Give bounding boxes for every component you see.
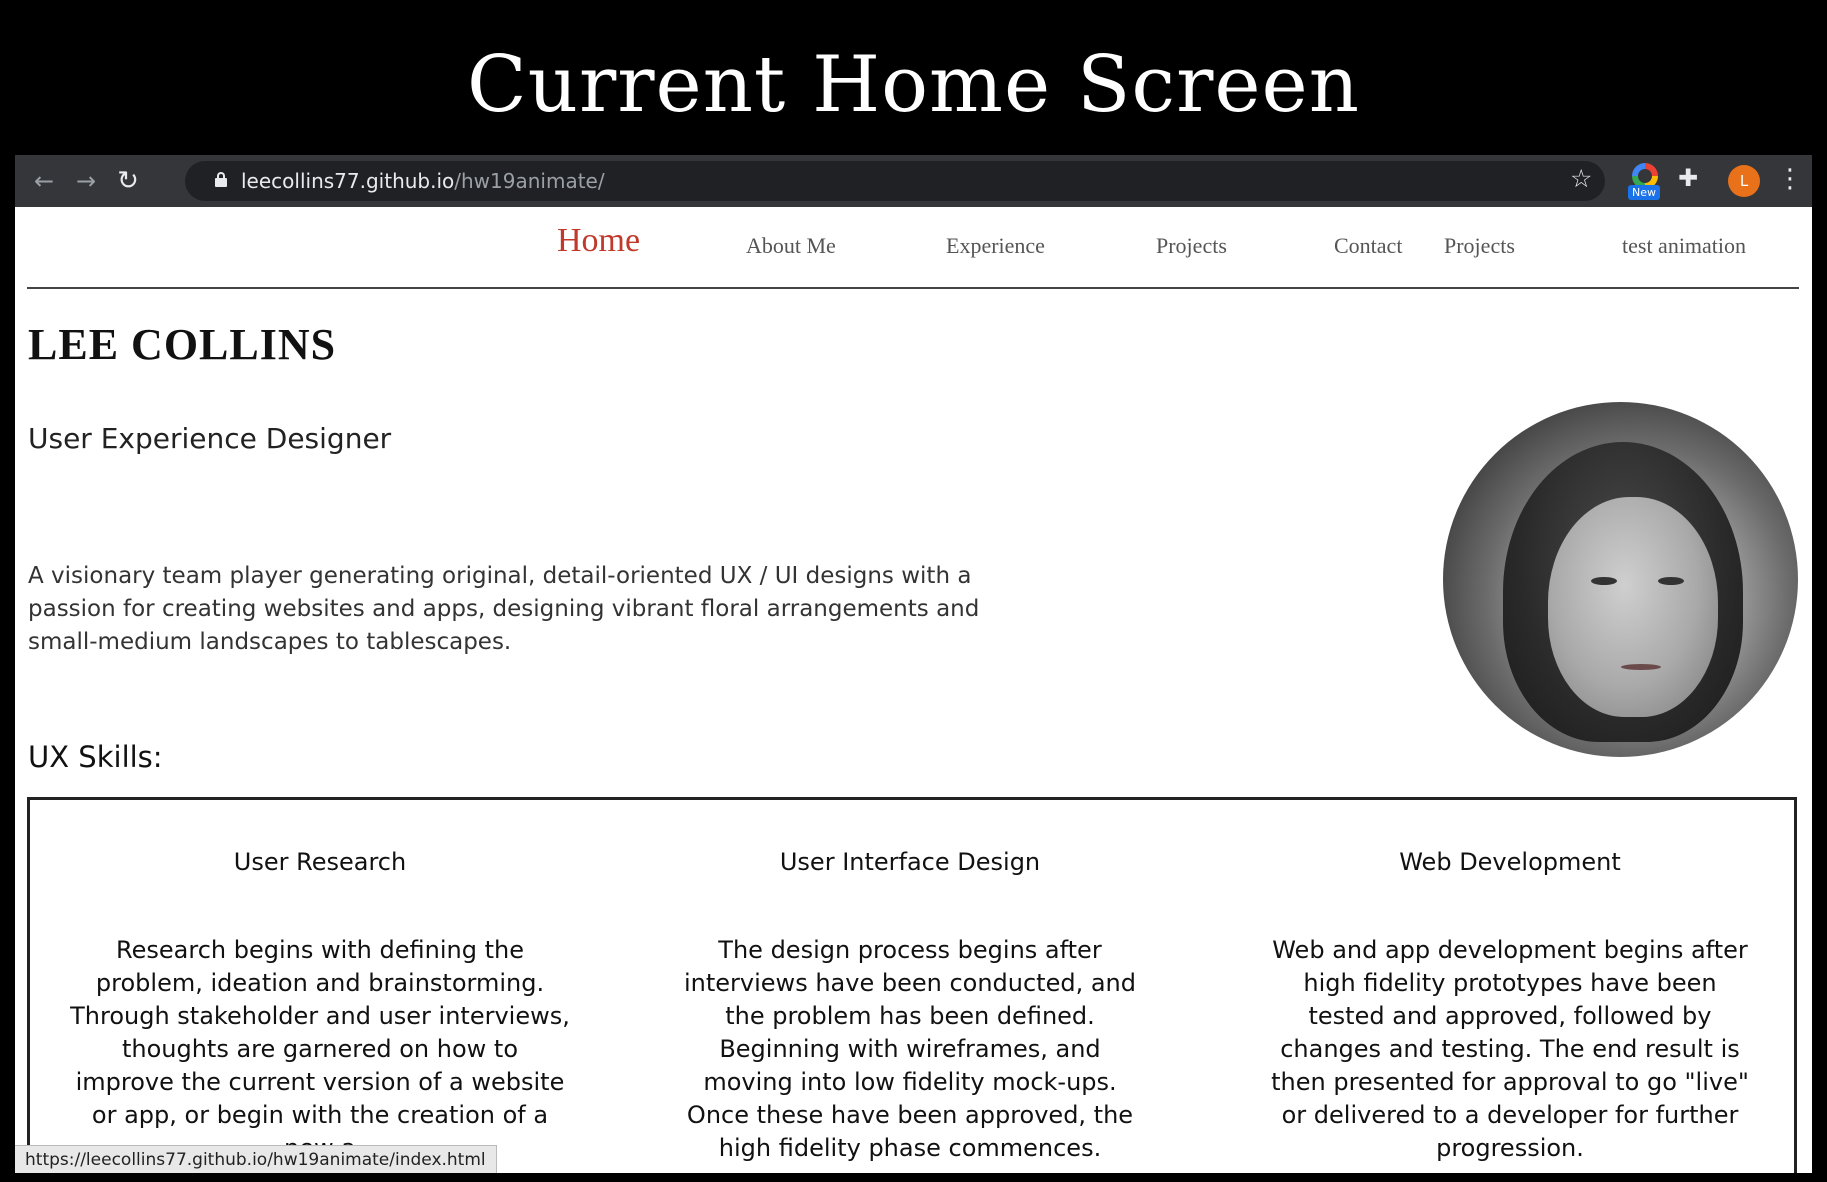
nav-test-animation[interactable]: test animation bbox=[1622, 233, 1746, 259]
lock-icon bbox=[215, 172, 227, 187]
url-text: leecollins77.github.io/hw19animate/ bbox=[241, 169, 605, 193]
skill-description: The design process begins after intervie… bbox=[684, 936, 1136, 1162]
page-title: LEE COLLINS bbox=[28, 320, 337, 369]
skill-ui-design: User Interface Design The design process… bbox=[675, 800, 1145, 1165]
profile-photo bbox=[1443, 402, 1798, 757]
bookmark-star-icon[interactable]: ☆ bbox=[1570, 164, 1592, 193]
skills-panel: User Research Research begins with defin… bbox=[27, 797, 1797, 1173]
url-host: leecollins77.github.io bbox=[241, 169, 455, 193]
url-path: /hw19animate/ bbox=[454, 169, 605, 193]
skills-heading: UX Skills: bbox=[28, 740, 163, 774]
intro-paragraph: A visionary team player generating origi… bbox=[28, 563, 980, 655]
nav-divider bbox=[27, 287, 1799, 289]
nav-about-me[interactable]: About Me bbox=[746, 233, 836, 259]
nav-projects[interactable]: Projects bbox=[1156, 233, 1227, 259]
address-bar[interactable]: leecollins77.github.io/hw19animate/ bbox=[185, 161, 1605, 201]
nav-home[interactable]: Home bbox=[557, 222, 640, 260]
nav-contact[interactable]: Contact bbox=[1334, 233, 1402, 259]
nav-experience[interactable]: Experience bbox=[946, 233, 1045, 259]
slide-title: Current Home Screen bbox=[467, 40, 1360, 130]
extension-badge: New bbox=[1628, 185, 1660, 200]
skill-title: User Interface Design bbox=[779, 848, 1041, 876]
skill-title: Web Development bbox=[1399, 848, 1621, 876]
role-subtitle: User Experience Designer bbox=[28, 422, 392, 455]
nav-projects-2[interactable]: Projects bbox=[1444, 233, 1515, 259]
skill-description: Research begins with defining the proble… bbox=[70, 936, 570, 1162]
web-page: Home About Me Experience Projects Contac… bbox=[15, 207, 1812, 1173]
profile-avatar[interactable]: L bbox=[1728, 165, 1760, 197]
back-arrow-icon[interactable]: ← bbox=[29, 166, 59, 196]
skill-title: User Research bbox=[233, 848, 407, 876]
extension-new-icon[interactable]: New bbox=[1628, 163, 1662, 201]
extensions-puzzle-icon[interactable]: ✚ bbox=[1678, 164, 1698, 192]
skill-description: Web and app development begins after hig… bbox=[1271, 936, 1749, 1162]
menu-kebab-icon[interactable]: ⋮ bbox=[1777, 164, 1803, 194]
skill-web-development: Web Development Web and app development … bbox=[1270, 800, 1750, 1165]
status-bar-url: https://leecollins77.github.io/hw19anima… bbox=[15, 1145, 497, 1173]
browser-window: ← → ↻ leecollins77.github.io/hw19animate… bbox=[15, 155, 1812, 1173]
reload-icon[interactable]: ↻ bbox=[113, 166, 143, 196]
skill-user-research: User Research Research begins with defin… bbox=[70, 800, 570, 1165]
browser-toolbar: ← → ↻ leecollins77.github.io/hw19animate… bbox=[15, 155, 1812, 207]
forward-arrow-icon[interactable]: → bbox=[71, 166, 101, 196]
